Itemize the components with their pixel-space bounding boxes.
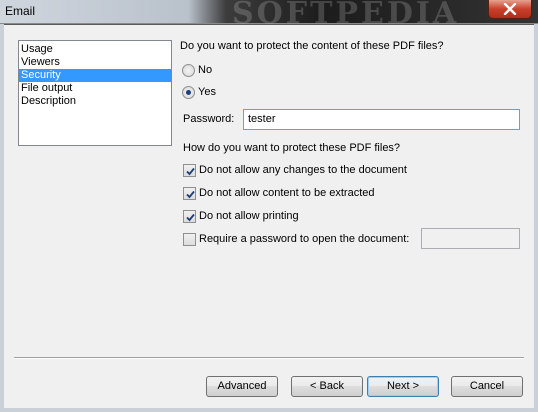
checkbox-no-printing[interactable] — [183, 210, 196, 223]
nav-item-usage[interactable]: Usage — [19, 43, 171, 56]
checkbox-no-extract[interactable] — [183, 187, 196, 200]
password-field[interactable]: tester — [243, 109, 520, 130]
radio-yes[interactable] — [182, 86, 195, 99]
checkmark-icon — [186, 167, 195, 176]
checkbox-no-extract-label[interactable]: Do not allow content to be extracted — [199, 187, 375, 199]
dialog-client-area: Usage Viewers Security File output Descr… — [4, 25, 534, 408]
password-label: Password: — [183, 113, 235, 125]
cancel-button[interactable]: Cancel — [451, 376, 523, 397]
checkbox-no-printing-label[interactable]: Do not allow printing — [199, 210, 299, 222]
radio-no[interactable] — [182, 64, 195, 77]
category-list[interactable]: Usage Viewers Security File output Descr… — [18, 40, 172, 146]
window-frame-right — [534, 24, 538, 412]
advanced-button[interactable]: Advanced — [206, 376, 278, 397]
radio-no-label[interactable]: No — [198, 64, 212, 76]
protect-how-question: How do you want to protect these PDF fil… — [183, 142, 401, 154]
checkbox-no-changes-label[interactable]: Do not allow any changes to the document — [199, 164, 407, 176]
back-button[interactable]: < Back — [291, 376, 363, 397]
checkmark-icon — [186, 213, 195, 222]
checkbox-require-password[interactable] — [183, 233, 196, 246]
window-title: Email — [5, 4, 36, 18]
radio-yes-label[interactable]: Yes — [198, 86, 216, 98]
button-separator — [14, 357, 524, 359]
close-button[interactable] — [488, 0, 532, 19]
title-bar: Email SOFTPEDIA — [0, 0, 538, 31]
nav-item-security[interactable]: Security — [19, 69, 171, 82]
nav-item-file-output[interactable]: File output — [19, 82, 171, 95]
checkbox-require-password-label[interactable]: Require a password to open the document: — [199, 233, 409, 245]
checkmark-icon — [186, 190, 195, 199]
close-icon — [503, 3, 517, 15]
nav-item-viewers[interactable]: Viewers — [19, 56, 171, 69]
nav-item-description[interactable]: Description — [19, 95, 171, 108]
window-frame-bottom — [0, 408, 538, 412]
checkbox-no-changes[interactable] — [183, 164, 196, 177]
open-password-field[interactable] — [421, 228, 520, 249]
next-button[interactable]: Next > — [367, 376, 439, 397]
protect-question: Do you want to protect the content of th… — [180, 40, 444, 52]
